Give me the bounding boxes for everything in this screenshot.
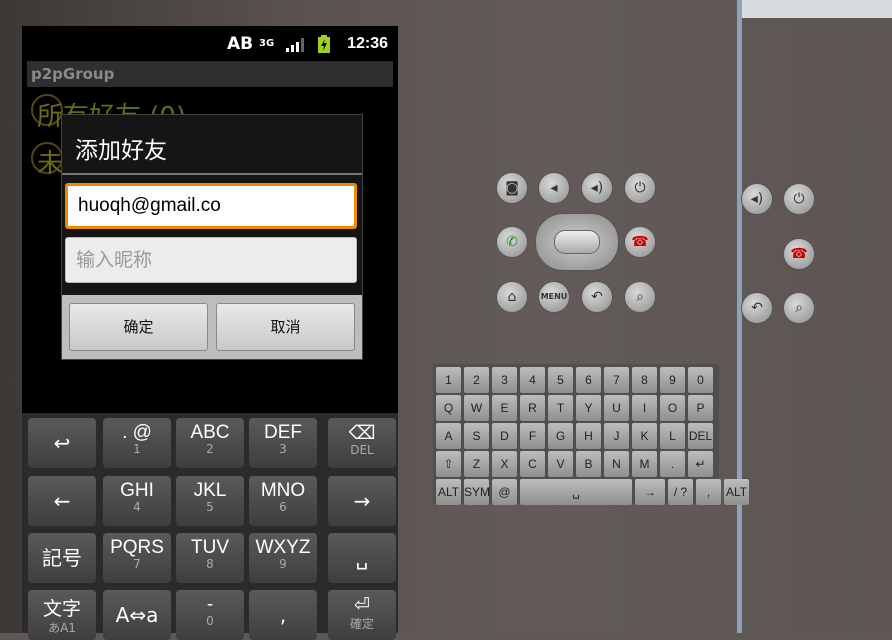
qwerty-key[interactable]: →: [635, 479, 665, 505]
call-icon[interactable]: ✆: [496, 226, 528, 258]
qwerty-key[interactable]: U: [604, 395, 629, 421]
qwerty-key[interactable]: J: [604, 423, 629, 449]
qwerty-key[interactable]: M: [632, 451, 657, 477]
soft-keyboard: ↩ . @1 ABC 2 DEF 3 ⌫ DEL ← GHI 4 JKL 5 MNO 6 →…: [22, 413, 398, 640]
qwerty-key[interactable]: 9: [660, 367, 685, 393]
signal-icon: [286, 38, 304, 52]
search-icon[interactable]: ⌕: [783, 292, 815, 324]
qwerty-key[interactable]: G: [548, 423, 573, 449]
left-arrow-key[interactable]: ←: [28, 476, 96, 526]
status-bar: AB 3G 12:36: [22, 26, 398, 62]
email-field[interactable]: huoqh@gmail.co: [65, 183, 357, 229]
qwerty-key[interactable]: L: [660, 423, 685, 449]
volume-down-icon[interactable]: ◂: [538, 172, 570, 204]
dpad[interactable]: [535, 213, 619, 271]
qwerty-key[interactable]: 1: [436, 367, 461, 393]
back-icon[interactable]: ↶: [741, 292, 773, 324]
right-arrow-key[interactable]: →: [328, 476, 396, 526]
qwerty-key[interactable]: D: [492, 423, 517, 449]
ok-button[interactable]: 确定: [69, 303, 208, 351]
key-6[interactable]: MNO 6: [249, 476, 317, 526]
qwerty-key[interactable]: Q: [436, 395, 461, 421]
qwerty-key[interactable]: SYM: [464, 479, 490, 505]
second-window-titlebar: [742, 0, 892, 18]
back-icon[interactable]: ↶: [581, 281, 613, 313]
nickname-field[interactable]: 输入昵称: [65, 237, 357, 283]
key-2[interactable]: ABC 2: [176, 418, 244, 468]
search-icon[interactable]: ⌕: [624, 281, 656, 313]
key-3[interactable]: DEF 3: [249, 418, 317, 468]
qwerty-key[interactable]: N: [604, 451, 629, 477]
qwerty-key[interactable]: ,: [696, 479, 721, 505]
app-title: p2pGroup: [27, 61, 393, 87]
key-8[interactable]: TUV 8: [176, 533, 244, 583]
dialog-title: 添加好友: [75, 138, 167, 164]
qwerty-key[interactable]: T: [548, 395, 573, 421]
qwerty-key[interactable]: A: [436, 423, 461, 449]
qwerty-key[interactable]: 2: [464, 367, 489, 393]
key-7[interactable]: PQRS 7: [103, 533, 171, 583]
qwerty-key[interactable]: ALT: [724, 479, 749, 505]
qwerty-key[interactable]: E: [492, 395, 517, 421]
cancel-button[interactable]: 取消: [216, 303, 355, 351]
delete-key[interactable]: ⌫ DEL: [328, 418, 396, 468]
dialog-button-bar: 确定 取消: [62, 295, 362, 359]
qwerty-key[interactable]: V: [548, 451, 573, 477]
list-item-second[interactable]: 未: [37, 143, 63, 180]
qwerty-key[interactable]: 4: [520, 367, 545, 393]
qwerty-key[interactable]: P: [688, 395, 713, 421]
volume-up-icon[interactable]: ◂): [741, 183, 773, 215]
end-call-icon[interactable]: ☎: [783, 238, 815, 270]
qwerty-key[interactable]: Z: [464, 451, 489, 477]
dpad-center[interactable]: [554, 230, 600, 254]
space-key[interactable]: ␣: [328, 533, 396, 583]
key-1[interactable]: . @1: [103, 418, 171, 468]
power-icon[interactable]: ⏻: [624, 172, 656, 204]
qwerty-key[interactable]: C: [520, 451, 545, 477]
qwerty-key[interactable]: 6: [576, 367, 601, 393]
qwerty-key[interactable]: 5: [548, 367, 573, 393]
qwerty-key[interactable]: S: [464, 423, 489, 449]
qwerty-key[interactable]: DEL: [688, 423, 713, 449]
end-call-icon[interactable]: ☎: [624, 226, 656, 258]
qwerty-key[interactable]: 7: [604, 367, 629, 393]
dialog-divider: [62, 173, 362, 175]
qwerty-key[interactable]: W: [464, 395, 489, 421]
home-icon[interactable]: ⌂: [496, 281, 528, 313]
window-divider: [737, 0, 742, 633]
qwerty-key[interactable]: / ?: [668, 479, 693, 505]
ab-indicator: AB: [227, 34, 254, 54]
qwerty-key[interactable]: 3: [492, 367, 517, 393]
qwerty-key[interactable]: 8: [632, 367, 657, 393]
qwerty-key[interactable]: ↵: [688, 451, 713, 477]
qwerty-key[interactable]: Y: [576, 395, 601, 421]
power-icon[interactable]: ⏻: [783, 183, 815, 215]
qwerty-key[interactable]: 0: [688, 367, 713, 393]
qwerty-key[interactable]: B: [576, 451, 601, 477]
qwerty-key[interactable]: O: [660, 395, 685, 421]
qwerty-key[interactable]: H: [576, 423, 601, 449]
key-4[interactable]: GHI 4: [103, 476, 171, 526]
menu-button[interactable]: MENU: [538, 281, 570, 313]
key-5[interactable]: JKL 5: [176, 476, 244, 526]
symbol-key[interactable]: 記号: [28, 533, 96, 583]
volume-up-icon[interactable]: ◂): [581, 172, 613, 204]
enter-key[interactable]: ↩: [28, 418, 96, 468]
key-9[interactable]: WXYZ 9: [249, 533, 317, 583]
qwerty-key[interactable]: K: [632, 423, 657, 449]
qwerty-key[interactable]: I: [632, 395, 657, 421]
qwerty-key[interactable]: @: [492, 479, 517, 505]
qwerty-key[interactable]: ALT: [436, 479, 461, 505]
camera-icon[interactable]: ◙: [496, 172, 528, 204]
qwerty-key[interactable]: ⇧: [436, 451, 461, 477]
qwerty-key[interactable]: F: [520, 423, 545, 449]
network-3g-icon: 3G: [259, 38, 275, 49]
battery-icon: [318, 35, 330, 53]
qwerty-key[interactable]: ␣: [520, 479, 632, 505]
qwerty-key[interactable]: R: [520, 395, 545, 421]
qwerty-key[interactable]: .: [660, 451, 685, 477]
clock: 12:36: [347, 35, 388, 52]
qwerty-key[interactable]: X: [492, 451, 517, 477]
add-friend-dialog: 添加好友 huoqh@gmail.co 输入昵称 确定 取消: [61, 114, 363, 360]
